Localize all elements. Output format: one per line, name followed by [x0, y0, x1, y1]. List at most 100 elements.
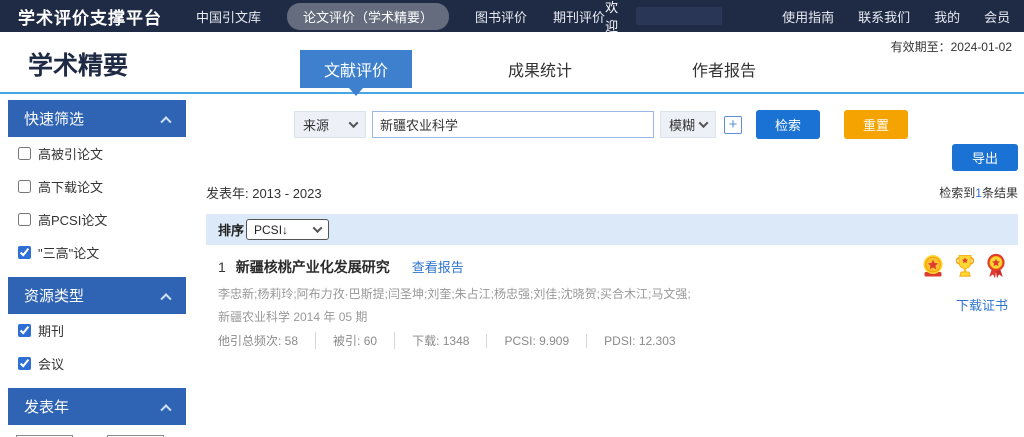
rosette-icon	[984, 253, 1008, 284]
filter-high-pcsi[interactable]: 高PCSI论文	[8, 203, 186, 236]
sort-bar: 排序 PCSI↓	[206, 214, 1018, 245]
field-select[interactable]: 来源	[294, 111, 366, 138]
tab-author-report[interactable]: 作者报告	[668, 50, 780, 88]
search-row: 来源 模糊 + 检索 重置	[294, 110, 1018, 139]
main-nav: 中国引文库 论文评价（学术精要） 图书评价 期刊评价	[196, 3, 605, 30]
high-cited-checkbox[interactable]	[18, 147, 31, 160]
filter-conference[interactable]: 会议	[8, 347, 186, 380]
result-title-link[interactable]: 新疆核桃产业化发展研究	[236, 257, 390, 277]
publish-year-title: 发表年	[24, 396, 69, 417]
top-navbar: 学术评价支撑平台 中国引文库 论文评价（学术精要） 图书评价 期刊评价 欢迎 使…	[0, 0, 1024, 32]
result-authors: 李忠新;杨莉玲;阿布力孜·巴斯提;闫圣坤;刘奎;朱占江;杨忠强;刘佳;沈晓贺;买…	[218, 285, 858, 302]
nav-link-guide[interactable]: 使用指南	[782, 7, 834, 26]
nav-item-book-eval[interactable]: 图书评价	[475, 7, 527, 26]
filter-three-high[interactable]: "三高"论文	[8, 236, 186, 269]
conference-checkbox[interactable]	[18, 357, 31, 370]
sort-select[interactable]: PCSI↓	[246, 219, 329, 240]
resource-type-section: 资源类型 期刊 会议	[8, 277, 186, 380]
nav-item-paper-eval[interactable]: 论文评价（学术精要）	[287, 3, 449, 30]
high-pcsi-checkbox[interactable]	[18, 213, 31, 226]
result-title-row: 1 新疆核桃产业化发展研究 查看报告	[218, 257, 1014, 277]
sort-select-value: PCSI↓	[254, 223, 288, 237]
search-button[interactable]: 检索	[756, 110, 820, 139]
plus-icon: +	[729, 117, 738, 132]
download-certificate-link[interactable]: 下载证书	[956, 295, 1008, 314]
trophy-icon	[953, 253, 977, 284]
resource-type-title: 资源类型	[24, 285, 84, 306]
stat-other-citations: 他引总频次: 58	[218, 332, 298, 349]
stat-downloads: 下载: 1348	[394, 332, 469, 349]
nav-link-contact[interactable]: 联系我们	[858, 7, 910, 26]
nav-link-mine[interactable]: 我的	[934, 7, 960, 26]
welcome-area: 欢迎	[605, 0, 722, 35]
tab-achievement-stats[interactable]: 成果统计	[484, 50, 596, 88]
medal-icon	[920, 253, 946, 284]
chevron-down-icon	[699, 118, 709, 128]
stat-cited: 被引: 60	[315, 332, 377, 349]
quick-filter-section: 快速筛选 高被引论文 高下载论文 高PCSI论文 "三高"论文	[8, 100, 186, 269]
nav-item-journal-eval[interactable]: 期刊评价	[553, 7, 605, 26]
validity-value: 2024-01-02	[951, 40, 1012, 54]
high-download-checkbox[interactable]	[18, 180, 31, 193]
mode-select[interactable]: 模糊	[660, 111, 716, 138]
filter-label: 高PCSI论文	[38, 210, 107, 229]
year-summary: 发表年: 2013 - 2023	[206, 183, 322, 202]
validity-date: 有效期至：2024-01-02	[891, 38, 1012, 55]
export-button[interactable]: 导出	[952, 144, 1018, 171]
filter-high-download[interactable]: 高下载论文	[8, 170, 186, 203]
nav-item-citation-db[interactable]: 中国引文库	[196, 7, 261, 26]
three-high-checkbox[interactable]	[18, 246, 31, 259]
sidebar: 快速筛选 高被引论文 高下载论文 高PCSI论文 "三高"论文	[8, 100, 186, 437]
filter-label: "三高"论文	[38, 243, 99, 262]
quick-filter-header[interactable]: 快速筛选	[8, 100, 186, 137]
journal-checkbox[interactable]	[18, 324, 31, 337]
filter-label: 会议	[38, 354, 64, 373]
chevron-up-icon	[160, 116, 171, 127]
info-row: 发表年: 2013 - 2023 检索到1条结果	[206, 183, 1018, 202]
result-source: 新疆农业科学 2014 年 05 期	[218, 308, 1014, 325]
resource-type-header[interactable]: 资源类型	[8, 277, 186, 314]
subheader: 学术精要 文献评价 成果统计 作者报告 有效期至：2024-01-02	[0, 32, 1024, 94]
tab-bar: 文献评价 成果统计 作者报告	[300, 50, 780, 88]
chevron-up-icon	[160, 293, 171, 304]
welcome-text: 欢迎	[605, 0, 628, 35]
result-count-prefix: 检索到	[939, 186, 975, 200]
mode-select-value: 模糊	[669, 115, 695, 134]
result-stats: 他引总频次: 58 被引: 60 下载: 1348 PCSI: 9.909 PD…	[218, 332, 1014, 349]
filter-label: 期刊	[38, 321, 64, 340]
publish-year-section: 发表年 年至	[8, 388, 186, 437]
result-count: 检索到1条结果	[939, 184, 1018, 201]
search-input[interactable]	[372, 111, 654, 138]
result-item: 1 新疆核桃产业化发展研究 查看报告 李忠新;杨莉玲;阿布力孜·巴斯提;闫圣坤;…	[206, 245, 1018, 349]
add-condition-button[interactable]: +	[724, 116, 742, 134]
chevron-down-icon	[313, 223, 323, 233]
filter-journal[interactable]: 期刊	[8, 314, 186, 347]
view-report-link[interactable]: 查看报告	[412, 257, 464, 276]
filter-label: 高被引论文	[38, 144, 103, 163]
award-icons	[920, 253, 1008, 284]
chevron-down-icon	[349, 118, 359, 128]
chevron-up-icon	[160, 404, 171, 415]
filter-label: 高下载论文	[38, 177, 103, 196]
nav-link-member[interactable]: 会员	[984, 7, 1010, 26]
brand-title: 学术评价支撑平台	[18, 4, 162, 29]
publish-year-header[interactable]: 发表年	[8, 388, 186, 425]
main-content: 来源 模糊 + 检索 重置 导出 发表年: 2013 - 2023 检索到1条结…	[186, 100, 1024, 437]
export-row: 导出	[206, 144, 1018, 171]
page-title: 学术精要	[28, 46, 128, 82]
sort-label: 排序	[218, 220, 244, 239]
validity-label: 有效期至：	[891, 40, 951, 54]
filter-high-cited[interactable]: 高被引论文	[8, 137, 186, 170]
result-count-number: 1	[975, 186, 982, 200]
stat-pcsi: PCSI: 9.909	[486, 334, 569, 348]
redacted-username	[636, 7, 722, 25]
reset-button[interactable]: 重置	[844, 110, 908, 139]
navbar-right: 欢迎 使用指南 联系我们 我的 会员	[605, 0, 1010, 35]
year-range-row: 年至 年	[8, 425, 186, 437]
stat-pdsi: PDSI: 12.303	[586, 334, 675, 348]
result-index: 1	[218, 259, 226, 275]
tab-literature-eval[interactable]: 文献评价	[300, 50, 412, 88]
page: 学术评价支撑平台 中国引文库 论文评价（学术精要） 图书评价 期刊评价 欢迎 使…	[0, 0, 1024, 437]
quick-filter-title: 快速筛选	[24, 108, 84, 129]
content: 快速筛选 高被引论文 高下载论文 高PCSI论文 "三高"论文	[0, 94, 1024, 437]
